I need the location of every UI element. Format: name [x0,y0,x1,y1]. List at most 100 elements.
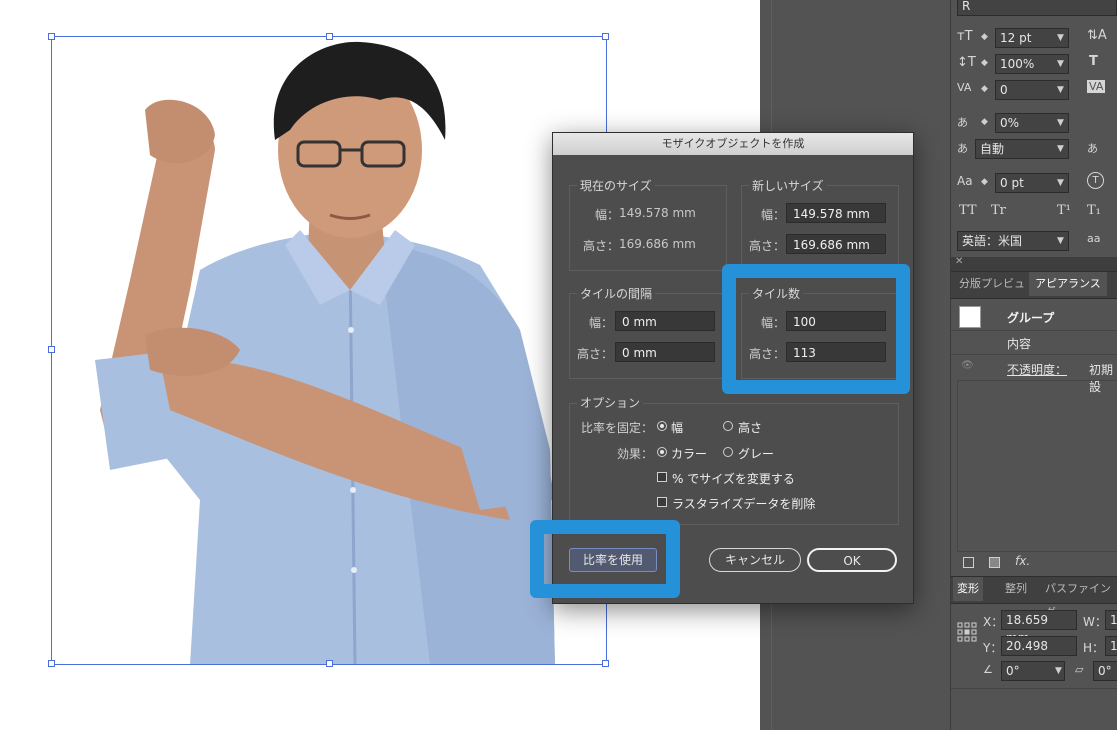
shear-field[interactable]: 0° [1093,661,1117,681]
resize-percent-label[interactable]: % でサイズを変更する [672,470,795,487]
w-label: W： [1083,615,1107,629]
current-height-label: 高さ： [582,239,619,253]
transform-divider [951,688,1117,689]
shear-icon: ▱ [1075,663,1084,676]
leading-icon: ⇅A [1087,28,1107,43]
constrain-width-option[interactable]: 幅 [671,419,683,436]
tile-count-highlight [722,264,910,394]
kerning-icon: VA [957,81,972,94]
spacing-height-label: 高さ： [576,347,613,361]
chevron-down-icon[interactable]: ▼ [1057,33,1064,43]
tab-appearance[interactable]: アピアランス [1029,272,1107,296]
x-field[interactable]: 18.659 mm [1001,610,1077,645]
aki-field[interactable]: 自動 [975,139,1069,159]
result-color-radio[interactable] [657,447,667,457]
aki-right-icon: あ [1087,142,1098,155]
font-size-stepper[interactable]: ◆ [981,32,988,42]
constrain-width-radio[interactable] [657,421,667,431]
selection-handle[interactable] [48,33,55,40]
panel-divider [951,257,1117,271]
subscript-icon[interactable]: T₁ [1087,203,1101,218]
h-field[interactable]: 1 [1105,636,1117,656]
current-size-label: 現在のサイズ [577,177,655,194]
spacing-height-field[interactable]: 0 mm [615,342,715,362]
new-height-label: 高さ： [748,239,785,253]
chevron-down-icon[interactable]: ▼ [1057,236,1064,246]
chevron-down-icon[interactable]: ▼ [1055,666,1062,676]
new-width-field[interactable]: 149.578 mm [786,203,886,223]
result-label: 効果： [616,447,653,461]
kerning-stepper[interactable]: ◆ [981,84,988,94]
close-icon[interactable]: ✕ [955,256,963,267]
selection-bounding-box[interactable] [51,36,607,665]
result-color-option[interactable]: カラー [671,445,707,462]
selection-handle[interactable] [326,33,333,40]
properties-panel: R ᴛT ◆ 12 pt ▼ ⇅A ↕T ◆ 100% ▼ T VA ◆ 0 ▼… [950,0,1117,730]
appearance-list-area [957,380,1117,552]
fx-icon[interactable]: fx. [1015,554,1030,568]
dialog-title: モザイクオブジェクトを作成 [553,133,913,155]
selection-handle[interactable] [48,346,55,353]
chevron-down-icon[interactable]: ▼ [1057,178,1064,188]
add-fill-icon[interactable] [989,557,1000,568]
vertical-scale-stepper[interactable]: ◆ [981,58,988,68]
all-caps-icon[interactable]: TT [959,203,977,218]
tab-separations-preview[interactable]: 分版プレビュ [959,272,1025,296]
cancel-button[interactable]: キャンセル [709,548,801,572]
appearance-divider [951,330,1117,331]
small-caps-icon[interactable]: Tr [991,203,1006,218]
w-field[interactable]: 1 [1105,610,1117,630]
current-width-value: 149.578 mm [619,206,696,220]
tab-align[interactable]: 整列 [1005,577,1027,601]
spacing-width-label: 幅： [588,316,613,330]
delete-raster-checkbox[interactable] [657,497,667,507]
selection-handle[interactable] [326,660,333,667]
tile-spacing-group [569,293,727,379]
current-height-value: 169.686 mm [619,237,696,251]
constrain-height-radio[interactable] [723,421,733,431]
eye-icon[interactable]: 👁 [961,360,974,371]
new-size-label: 新しいサイズ [749,177,827,194]
delete-raster-label[interactable]: ラスタライズデータを削除 [672,495,815,512]
tracking-icon: VA [1087,80,1106,93]
chevron-down-icon[interactable]: ▼ [1057,85,1064,95]
language-select[interactable]: 英語：米国 [957,231,1069,251]
baseline-shift-stepper[interactable]: ◆ [981,177,988,187]
resize-percent-checkbox[interactable] [657,472,667,482]
add-stroke-icon[interactable] [963,557,974,568]
h-label: H： [1083,641,1105,655]
result-gray-radio[interactable] [723,447,733,457]
superscript-icon[interactable]: T¹ [1057,203,1071,218]
chevron-down-icon[interactable]: ▼ [1057,59,1064,69]
tsume-stepper[interactable]: ◆ [981,117,988,127]
spacing-width-field[interactable]: 0 mm [615,311,715,331]
chevron-down-icon[interactable]: ▼ [1057,118,1064,128]
selection-handle[interactable] [602,33,609,40]
new-height-field[interactable]: 169.686 mm [786,234,886,254]
group-thumbnail [959,306,981,328]
rotate-angle-icon: ∠ [983,663,993,676]
constrain-height-option[interactable]: 高さ [738,419,762,436]
anti-alias-icon: aa [1087,232,1101,245]
reference-point-icon[interactable] [957,622,977,642]
appearance-divider [951,354,1117,355]
y-field[interactable]: 20.498 mm [1001,636,1077,671]
constrain-ratio-label: 比率を固定： [580,421,653,435]
font-style-field[interactable]: R [957,0,1117,16]
appearance-contents-label[interactable]: 内容 [1007,335,1031,352]
chevron-down-icon[interactable]: ▼ [1057,144,1064,154]
result-gray-option[interactable]: グレー [738,445,774,462]
selection-handle[interactable] [48,660,55,667]
current-size-group [569,185,727,271]
options-label: オプション [577,394,644,411]
tab-transform[interactable]: 変形 [953,577,983,601]
selection-handle[interactable] [602,660,609,667]
appearance-group-label: グループ [1007,311,1055,325]
opacity-label[interactable]: 不透明度： [1007,361,1067,378]
use-ratio-highlight [530,520,680,598]
ok-button[interactable]: OK [807,548,897,572]
new-size-group [741,185,899,271]
new-width-label: 幅： [760,208,785,222]
aki-icon: あ [957,142,968,155]
tile-spacing-label: タイルの間隔 [577,285,656,302]
